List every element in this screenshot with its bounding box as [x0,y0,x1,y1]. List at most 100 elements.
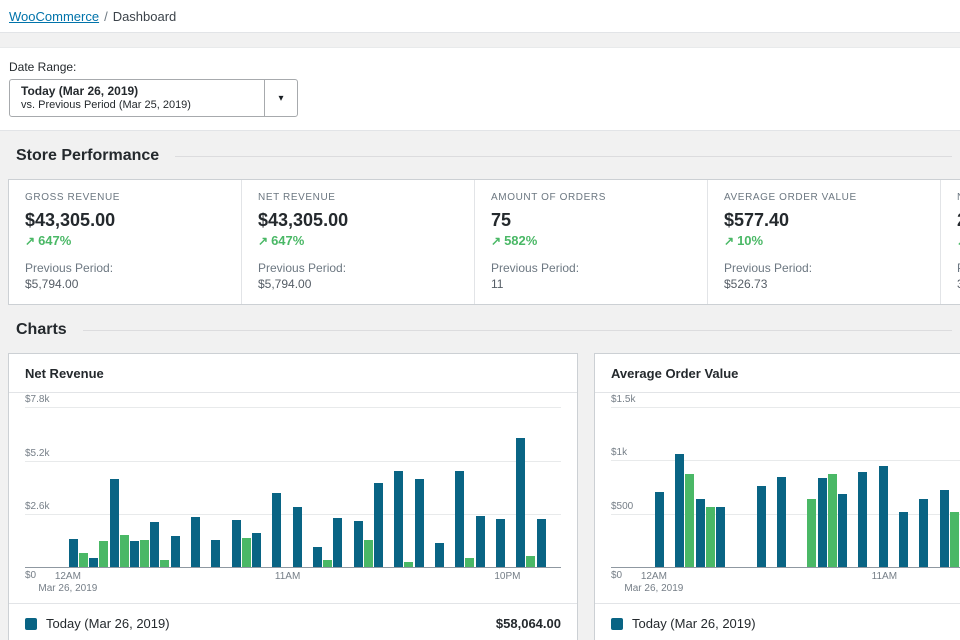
legend-item[interactable]: Today (Mar 26, 2019)$577.40 [595,604,960,640]
trend-up-icon: ↗ [25,234,35,248]
date-range-primary: Today (Mar 26, 2019) [21,84,253,99]
stat-previous-value: $5,794.00 [25,277,225,292]
bar-group-1pm [919,393,939,567]
stat-previous-value: $5,794.00 [258,277,458,292]
bar-group-7am [797,393,817,567]
bar [333,518,342,567]
store-performance-stats: GROSS REVENUE $43,305.00 ↗647% Previous … [8,179,960,305]
date-range-section: Date Range: Today (Mar 26, 2019) vs. Pre… [0,47,960,131]
stat-label: AVERAGE ORDER VALUE [724,192,924,203]
legend-item[interactable]: Today (Mar 26, 2019)$58,064.00 [9,604,577,640]
bar [415,479,424,567]
stat-label: GROSS REVENUE [25,192,225,203]
bar [160,560,169,567]
bar-group-2pm [940,393,960,567]
stat-value: $43,305.00 [258,210,458,231]
bar [211,540,220,567]
bar [706,507,715,567]
legend-swatch-icon [25,618,37,630]
average-order-value-x-axis: 12AMMar 26, 201911AM [611,567,960,601]
bar-group-7pm [455,393,475,567]
bar [232,520,241,567]
bar-group-3am [716,393,736,567]
bar-group-4pm [394,393,414,567]
bar-group-9pm [496,393,516,567]
bar-group-3am [130,393,150,567]
stat-previous-label: Previous Period: [258,261,458,276]
bar [120,535,129,567]
y-axis-tick-label: $5.2k [25,448,49,459]
bar [110,479,119,567]
y-axis-tick-label: $7.8k [25,394,49,405]
store-performance-title: Store Performance [16,147,159,165]
bar [675,454,684,567]
bar-group-1am [675,393,695,567]
bar-group-5am [757,393,777,567]
bar [537,519,546,567]
bar-group-11pm [537,393,557,567]
bar [374,483,383,567]
bar [191,517,200,567]
average-order-value-chart-card: Average Order Value $1.5k$1k$500$0 12AMM… [594,353,960,640]
store-performance-header: Store Performance [8,147,952,165]
stat-growth: ↗10% [724,233,924,249]
header-divider [83,330,952,331]
stat-previous-value: 11 [491,277,691,292]
chevron-down-icon[interactable]: ▾ [264,80,297,116]
stat-card-gross-revenue[interactable]: GROSS REVENUE $43,305.00 ↗647% Previous … [9,180,242,304]
bar [171,536,180,567]
date-range-label: Date Range: [9,60,951,74]
bar-group-6am [191,393,211,567]
bar [130,541,139,567]
bar-group-2am [110,393,130,567]
bar [140,540,149,567]
stat-growth-value: 647% [271,233,304,248]
bar-group-8am [818,393,838,567]
bar-group-7am [211,393,231,567]
stat-label: AMOUNT OF ORDERS [491,192,691,203]
bar-group-11am [293,393,313,567]
net-revenue-chart-card: Net Revenue $7.8k$5.2k$2.6k$0 12AMMar 26… [8,353,578,640]
bar-group-9am [838,393,858,567]
stat-card-number-of-items-sold[interactable]: NUMBER OF ITEMS SOLD 2,532 ↗76% Previous… [941,180,960,304]
bar-group-4am [736,393,756,567]
breadcrumb: WooCommerce / Dashboard [0,0,960,33]
bar-group-6pm [435,393,455,567]
bar [879,466,888,567]
net-revenue-x-axis: 12AMMar 26, 201911AM10PM [25,567,561,601]
bar-series [655,393,960,567]
stat-card-net-revenue[interactable]: NET REVENUE $43,305.00 ↗647% Previous Pe… [242,180,475,304]
bar-group-10am [858,393,878,567]
y-axis-tick-label: $1k [611,447,627,458]
bar [950,512,959,568]
stat-value: 75 [491,210,691,231]
bar-group-10pm [516,393,536,567]
y-axis-tick-label: $500 [611,501,633,512]
bar [293,507,302,567]
date-range-value: Today (Mar 26, 2019) vs. Previous Period… [10,80,264,116]
breadcrumb-woocommerce-link[interactable]: WooCommerce [9,9,99,24]
charts-row: Net Revenue $7.8k$5.2k$2.6k$0 12AMMar 26… [8,353,952,640]
bar [69,539,78,567]
breadcrumb-current-page: Dashboard [113,9,177,24]
trend-up-icon: ↗ [491,234,501,248]
bar [516,438,525,567]
date-range-dropdown[interactable]: Today (Mar 26, 2019) vs. Previous Period… [9,79,298,117]
stat-card-average-order-value[interactable]: AVERAGE ORDER VALUE $577.40 ↗10% Previou… [708,180,941,304]
legend-label: Today (Mar 26, 2019) [632,616,756,631]
stat-growth-value: 582% [504,233,537,248]
bar [696,499,705,567]
x-axis-tick-label: 11AM [275,571,300,583]
bar-group-4am [150,393,170,567]
bar [757,486,766,567]
legend-total: $58,064.00 [496,616,561,631]
bar [79,553,88,567]
bar [655,492,664,567]
bar-group-12pm [899,393,919,567]
bar [919,499,928,567]
stat-value: $43,305.00 [25,210,225,231]
woocommerce-dashboard-page: WooCommerce / Dashboard Date Range: Toda… [0,0,960,640]
stat-card-amount-of-orders[interactable]: AMOUNT OF ORDERS 75 ↗582% Previous Perio… [475,180,708,304]
bar [818,478,827,567]
stat-growth: ↗647% [258,233,458,249]
